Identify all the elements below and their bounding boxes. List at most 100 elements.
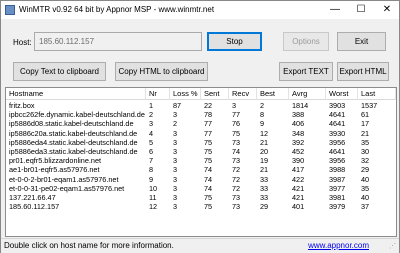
cell-worst: 4641: [329, 146, 346, 156]
cell-best: 9: [260, 119, 265, 129]
minimize-icon[interactable]: —: [323, 1, 347, 19]
export-text-button[interactable]: Export TEXT: [279, 62, 333, 81]
table-row[interactable]: fritz.box 1 87 22 3 2 1814 3903 1537: [6, 101, 396, 110]
cell-hostname[interactable]: 137.221.66.47: [6, 193, 146, 202]
cell-hostname[interactable]: pr01.eqfr5.blizzardonline.net: [6, 156, 146, 165]
cell-nr: 12: [149, 202, 158, 212]
cell-worst: 4641: [329, 110, 346, 120]
cell-hostname[interactable]: ip5886eda3.static.kabel-deutschland.de: [6, 147, 146, 156]
stop-button[interactable]: Stop: [207, 32, 262, 51]
export-html-button[interactable]: Export HTML: [337, 62, 389, 81]
cell-hostname[interactable]: et-0-0-2-br01-eqam1.as57976.net: [6, 175, 146, 184]
trace-list[interactable]: Hostname Nr Loss % Sent Recv Best Avrg W…: [5, 87, 397, 237]
table-row[interactable]: ip5886eda4.static.kabel-deutschland.de 5 3…: [6, 138, 396, 147]
cell-loss: 3: [173, 146, 178, 156]
cell-avrg: 401: [292, 202, 305, 212]
cell-hostname[interactable]: et-0-0-31-pe02-eqam1.as57976.net: [6, 184, 146, 193]
cell-worst: 3981: [329, 192, 346, 202]
list-header: Hostname Nr Loss % Sent Recv Best Avrg W…: [6, 88, 396, 100]
cell-avrg: 392: [292, 137, 305, 147]
winmtr-window: WinMTR v0.92 64 bit by Appnor MSP - www.…: [0, 0, 400, 253]
exit-button[interactable]: Exit: [337, 32, 386, 51]
cell-nr: 1: [149, 101, 154, 110]
column-header-sent[interactable]: Sent: [201, 88, 229, 100]
cell-hostname[interactable]: ip5886eda4.static.kabel-deutschland.de: [6, 138, 146, 147]
close-icon[interactable]: ✕: [375, 1, 399, 19]
cell-avrg: 406: [292, 119, 305, 129]
cell-last: 37: [361, 202, 370, 212]
cell-best: 19: [260, 156, 269, 166]
cell-worst: 3930: [329, 128, 346, 138]
cell-sent: 77: [204, 119, 213, 129]
cell-nr: 7: [149, 156, 154, 166]
cell-nr: 2: [149, 110, 154, 120]
cell-loss: 3: [173, 183, 178, 193]
cell-recv: 73: [232, 156, 241, 166]
cell-last: 61: [361, 110, 370, 120]
cell-last: 17: [361, 119, 370, 129]
cell-hostname[interactable]: 185.60.112.157: [6, 202, 146, 211]
column-header-hostname[interactable]: Hostname: [6, 88, 146, 100]
table-row[interactable]: ipbcc262fe.dynamic.kabel-deutschland.de 2…: [6, 110, 396, 119]
column-header-best[interactable]: Best: [257, 88, 289, 100]
table-row[interactable]: ip5886d08.static.kabel-deutschland.de 3 2 7…: [6, 119, 396, 128]
cell-best: 33: [260, 192, 269, 202]
cell-worst: 3987: [329, 174, 346, 184]
options-button[interactable]: Options: [283, 32, 329, 51]
column-header-last[interactable]: Last: [358, 88, 396, 100]
cell-hostname[interactable]: ipbcc262fe.dynamic.kabel-deutschland.de: [6, 110, 146, 119]
cell-loss: 2: [173, 119, 178, 129]
resize-grip-icon[interactable]: ⋰: [389, 243, 397, 251]
cell-recv: 73: [232, 137, 241, 147]
column-header-worst[interactable]: Worst: [326, 88, 358, 100]
copy-html-button[interactable]: Copy HTML to clipboard: [115, 62, 208, 81]
cell-avrg: 421: [292, 192, 305, 202]
cell-avrg: 1814: [292, 101, 309, 110]
cell-last: 35: [361, 137, 370, 147]
table-row[interactable]: 137.221.66.47 11 3 75 73 33 421 3981 40: [6, 193, 396, 202]
table-row[interactable]: ip5886eda3.static.kabel-deutschland.de 6 3…: [6, 147, 396, 156]
column-header-avrg[interactable]: Avrg: [289, 88, 326, 100]
appnor-link[interactable]: www.appnor.com: [308, 241, 369, 250]
cell-worst: 3903: [329, 101, 346, 110]
cell-last: 21: [361, 128, 370, 138]
cell-loss: 3: [173, 202, 178, 212]
status-bar: Double click on host name for more infor…: [1, 238, 399, 253]
copy-text-button[interactable]: Copy Text to clipboard: [13, 62, 106, 81]
cell-best: 8: [260, 110, 265, 120]
column-header-loss[interactable]: Loss %: [170, 88, 201, 100]
cell-last: 35: [361, 183, 370, 193]
cell-loss: 3: [173, 192, 178, 202]
column-header-nr[interactable]: Nr: [146, 88, 170, 100]
status-text: Double click on host name for more infor…: [4, 241, 174, 250]
cell-avrg: 390: [292, 156, 305, 166]
table-row[interactable]: 185.60.112.157 12 3 75 73 29 401 3979 37: [6, 202, 396, 211]
column-header-recv[interactable]: Recv: [229, 88, 257, 100]
cell-recv: 73: [232, 202, 241, 212]
app-icon: [5, 5, 15, 15]
cell-hostname[interactable]: fritz.box: [6, 101, 146, 110]
cell-nr: 10: [149, 183, 158, 193]
table-row[interactable]: ip5886c20a.static.kabel-deutschland.de 4 3…: [6, 129, 396, 138]
cell-loss: 3: [173, 165, 178, 175]
cell-best: 33: [260, 174, 269, 184]
table-row[interactable]: ae1-br01-eqfr5.as57976.net 8 3 74 72 21 417 398…: [6, 165, 396, 174]
cell-last: 32: [361, 156, 370, 166]
cell-nr: 8: [149, 165, 154, 175]
table-row[interactable]: pr01.eqfr5.blizzardonline.net 7 3 75 73 19 390…: [6, 156, 396, 165]
cell-nr: 11: [149, 192, 157, 202]
host-input[interactable]: 185.60.112.157: [34, 32, 202, 51]
cell-sent: 77: [204, 128, 213, 138]
cell-best: 33: [260, 183, 269, 193]
cell-loss: 3: [173, 128, 178, 138]
cell-last: 30: [361, 146, 370, 156]
cell-hostname[interactable]: ip5886c20a.static.kabel-deutschland.de: [6, 129, 146, 138]
table-row[interactable]: et-0-0-2-br01-eqam1.as57976.net 9 3 74 72 33 4…: [6, 175, 396, 184]
maximize-icon[interactable]: ☐: [349, 1, 373, 19]
table-row[interactable]: et-0-0-31-pe02-eqam1.as57976.net 10 3 74 72 3…: [6, 184, 396, 193]
title-bar[interactable]: WinMTR v0.92 64 bit by Appnor MSP - www.…: [1, 1, 399, 19]
cell-worst: 3956: [329, 137, 346, 147]
cell-hostname[interactable]: ip5886d08.static.kabel-deutschland.de: [6, 119, 146, 128]
cell-sent: 22: [204, 101, 213, 110]
cell-hostname[interactable]: ae1-br01-eqfr5.as57976.net: [6, 165, 146, 174]
